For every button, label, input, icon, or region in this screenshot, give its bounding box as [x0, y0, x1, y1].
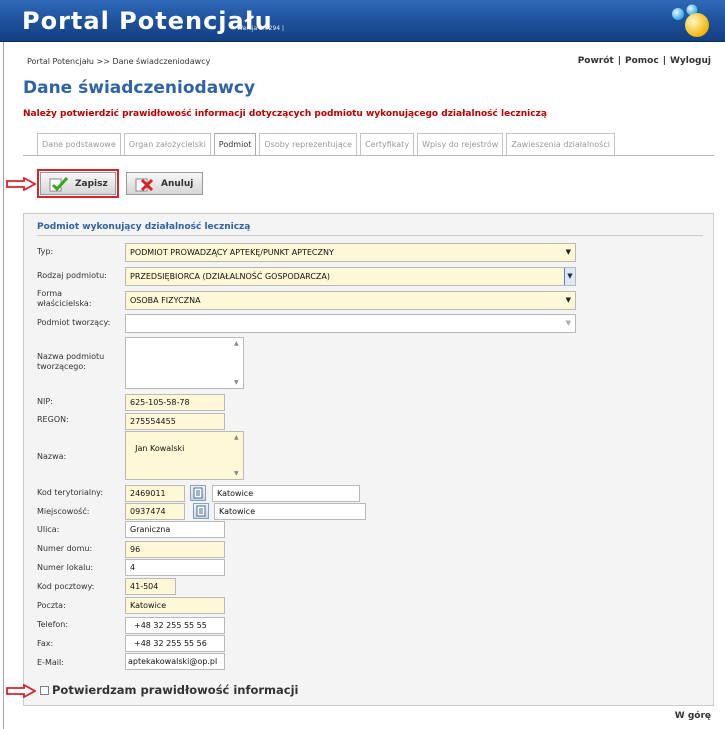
- tab-dane-podstawowe[interactable]: Dane podstawowe: [37, 133, 121, 155]
- page-frame-border: [3, 42, 4, 729]
- tab-wpisy-do-rejestrow[interactable]: Wpisy do rejestrów: [417, 133, 504, 155]
- top-links: Powrót | Pomoc | Wyloguj: [578, 56, 711, 66]
- app-title: Portal Potencjału: [22, 7, 273, 35]
- ulica-label: Ulica:: [37, 525, 60, 534]
- typ-label: Typ:: [37, 247, 54, 256]
- cancel-button-label: Anuluj: [161, 178, 194, 189]
- scroll-up-icon: ▲: [234, 340, 239, 347]
- cancel-button[interactable]: Anuluj: [126, 172, 203, 195]
- miejscowosc-name[interactable]: Katowice: [214, 503, 366, 520]
- numer-lokalu-label: Numer lokalu:: [37, 563, 94, 572]
- numer-lokalu-input[interactable]: 4: [125, 559, 225, 576]
- confirm-checkbox[interactable]: [40, 686, 49, 695]
- tab-bar-underline: [23, 155, 714, 156]
- nazwa-value: Jan Kowalski: [135, 444, 185, 453]
- back-link[interactable]: Powrót: [578, 56, 614, 66]
- link-separator: |: [662, 56, 666, 66]
- miejscowosc-label: Miejscowość:: [37, 507, 90, 516]
- regon-input[interactable]: 275554455: [125, 413, 225, 430]
- email-input[interactable]: aptekakowalski@op.pl: [125, 653, 225, 670]
- tab-bar: Dane podstawowe Organ założycielski Podm…: [37, 133, 618, 156]
- forma-label: Forma właścicielska:: [37, 289, 92, 308]
- arrow-right-icon: [6, 177, 36, 191]
- regon-label: REGON:: [37, 415, 69, 424]
- tab-osoby-reprezentujace[interactable]: Osoby reprezentujące: [259, 133, 358, 155]
- chevron-down-icon: ▼: [565, 319, 571, 327]
- warning-message: Należy potwierdzić prawidłowość informac…: [23, 109, 547, 119]
- scroll-down-icon: ▼: [234, 379, 239, 386]
- chevron-down-icon: ▼: [564, 268, 575, 285]
- tworzacy-select[interactable]: ▼: [125, 314, 576, 333]
- miejscowosc-input[interactable]: 0937474: [125, 503, 185, 520]
- scroll-up-icon: ▲: [234, 434, 239, 441]
- numer-domu-input[interactable]: 96: [125, 541, 225, 558]
- kod-terytorialny-name[interactable]: Katowice: [212, 485, 360, 502]
- tab-certyfikaty[interactable]: Certyfikaty: [360, 133, 415, 155]
- nazwa-tworzacego-label: Nazwa podmiotu tworzącego:: [37, 352, 105, 371]
- rodzaj-value: PRZEDSIĘBIORCA (DZIAŁALNOŚĆ GOSPODARCZA): [130, 272, 330, 281]
- app-version: Wersja 2.0294 |: [237, 25, 285, 32]
- textarea-scrollbar[interactable]: ▲ ▼: [232, 432, 243, 479]
- logout-link[interactable]: Wyloguj: [670, 56, 711, 66]
- save-button-label: Zapisz: [75, 178, 108, 189]
- tab-organ-zalozycielski[interactable]: Organ założycielski: [123, 133, 211, 155]
- fax-label: Fax:: [37, 639, 54, 648]
- email-label: E-Mail:: [37, 658, 64, 667]
- rodzaj-select[interactable]: PRZEDSIĘBIORCA (DZIAŁALNOŚĆ GOSPODARCZA)…: [125, 267, 576, 286]
- logo-dots-icon: [672, 4, 709, 37]
- app-header: Portal Potencjału Wersja 2.0294 |: [0, 0, 725, 42]
- chevron-down-icon: ▼: [565, 248, 571, 256]
- forma-select[interactable]: OSOBA FIZYCZNA ▼: [125, 291, 576, 310]
- breadcrumb: Portal Potencjału >> Dane świadczeniodaw…: [27, 57, 211, 66]
- save-button[interactable]: Zapisz: [40, 172, 116, 195]
- poczta-label: Poczta:: [37, 601, 66, 610]
- link-separator: |: [617, 56, 622, 66]
- scroll-down-icon: ▼: [234, 470, 239, 477]
- textarea-scrollbar[interactable]: ▲ ▼: [232, 338, 243, 388]
- save-check-icon: [49, 176, 69, 191]
- help-link[interactable]: Pomoc: [625, 56, 659, 66]
- cancel-x-icon: [135, 178, 154, 191]
- tab-podmiot[interactable]: Podmiot: [213, 133, 257, 156]
- back-to-top-link[interactable]: W górę: [675, 711, 711, 721]
- nip-input[interactable]: 625-105-58-78: [125, 394, 225, 411]
- forma-value: OSOBA FIZYCZNA: [130, 296, 201, 305]
- telefon-input[interactable]: +48 32 255 55 55: [125, 617, 225, 634]
- page-title: Dane świadczeniodawcy: [23, 78, 256, 98]
- kod-pocztowy-label: Kod pocztowy:: [37, 582, 95, 591]
- typ-select[interactable]: PODMIOT PROWADZĄCY APTEKĘ/PUNKT APTECZNY…: [125, 243, 576, 262]
- numer-domu-label: Numer domu:: [37, 544, 93, 553]
- picker-list-icon[interactable]: [190, 485, 206, 501]
- kod-pocztowy-input[interactable]: 41-504: [125, 578, 176, 595]
- rodzaj-label: Rodzaj podmiotu:: [37, 271, 107, 280]
- arrow-right-icon: [6, 684, 36, 698]
- nazwa-tworzacego-textarea[interactable]: ▲ ▼: [125, 337, 244, 389]
- confirm-label[interactable]: Potwierdzam prawidłowość informacji: [52, 683, 299, 697]
- typ-value: PODMIOT PROWADZĄCY APTEKĘ/PUNKT APTECZNY: [130, 248, 334, 257]
- nazwa-textarea[interactable]: Jan Kowalski ▲ ▼: [125, 431, 244, 480]
- ulica-input[interactable]: Graniczna: [125, 521, 225, 538]
- tworzacy-label: Podmiot tworzący:: [37, 318, 111, 327]
- section-title: Podmiot wykonujący działalność leczniczą: [37, 222, 251, 232]
- picker-list-icon[interactable]: [193, 503, 209, 519]
- nip-label: NIP:: [37, 397, 53, 406]
- kod-terytorialny-label: Kod terytorialny:: [37, 488, 104, 497]
- section-divider: [37, 235, 703, 236]
- kod-terytorialny-input[interactable]: 2469011: [125, 485, 185, 502]
- poczta-input[interactable]: Katowice: [125, 597, 225, 614]
- nazwa-label: Nazwa:: [37, 452, 67, 461]
- chevron-down-icon: ▼: [565, 296, 571, 304]
- tab-zawieszenia-dzialalnosci[interactable]: Zawieszenia działalności: [506, 133, 615, 155]
- fax-input[interactable]: +48 32 255 55 56: [125, 635, 225, 652]
- telefon-label: Telefon:: [37, 620, 69, 629]
